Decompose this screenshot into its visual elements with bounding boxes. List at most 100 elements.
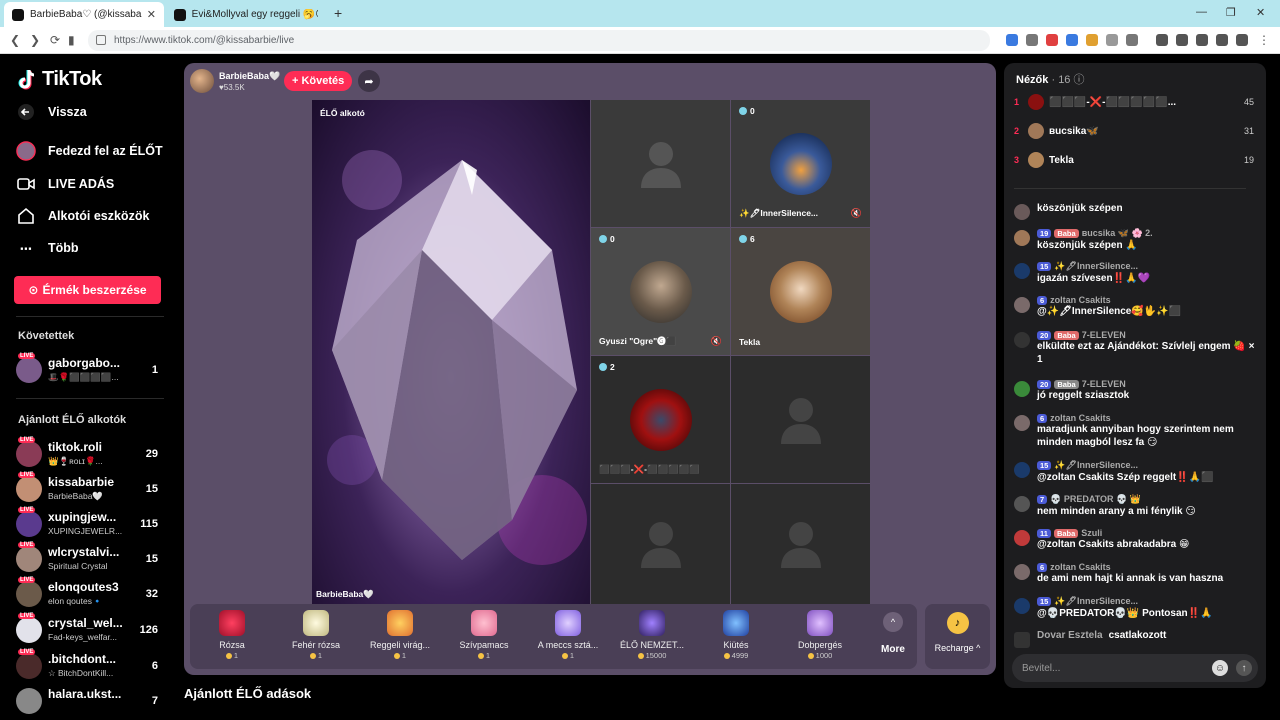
avatar (1014, 496, 1030, 512)
gift-item[interactable]: Szívpamacs 1 (442, 608, 526, 666)
chevron-up-icon: ^ (883, 612, 903, 632)
recommended-account[interactable]: LIVE wlcrystalvi... Spiritual Crystal 15 (16, 542, 166, 574)
chat-message[interactable]: 6 zoltan Csakits de ami nem hajt ki anna… (1014, 562, 1259, 585)
downloads-icon[interactable] (1156, 34, 1168, 46)
gift-item[interactable]: Fehér rózsa 1 (274, 608, 358, 666)
guest-slot[interactable]: 2 ⬛⬛⬛-❌-⬛⬛⬛⬛⬛ (591, 356, 730, 483)
chat-message[interactable]: 19 Baba ʙucsika 🦋 🌸 2. köszönjük szépen … (1014, 228, 1259, 252)
chat-message[interactable]: 15 ✨🖊InnerSilence... igazán szívesen‼️🙏💜 (1014, 261, 1259, 285)
guest-slot[interactable]: 0 Gyuszi "Ogre"🅖⬛ 🔇 (591, 228, 730, 355)
reload-icon[interactable]: ⟳ (50, 33, 60, 47)
account-sub: ☆ BitchDontKill... (48, 668, 114, 678)
site-info-icon[interactable] (96, 35, 106, 45)
account-name: halara.ukst... (48, 687, 122, 701)
close-tab-icon[interactable]: ✕ (147, 8, 156, 21)
bookmark-icon[interactable]: ▮ (68, 33, 75, 47)
chat-message[interactable]: 7 💀 PREDATOR 💀 👑 nem minden arany a mi f… (1014, 494, 1259, 518)
gift-item[interactable]: Reggeli virág... 1 (358, 608, 442, 666)
chat-message[interactable]: 6 zoltan Csakits maradjunk annyiban hogy… (1014, 413, 1259, 449)
top-viewer-row[interactable]: 3 Tekla 19 (1014, 150, 1254, 170)
emoji-icon[interactable]: ☺ (1212, 660, 1228, 676)
new-tab-button[interactable]: + (334, 5, 342, 21)
avatar (16, 688, 42, 714)
gift-item[interactable]: Rózsa 1 (190, 608, 274, 666)
gift-item[interactable]: A meccs sztá... 1 (526, 608, 610, 666)
extension-icon[interactable] (1026, 34, 1038, 46)
guest-slot[interactable]: 0 ✨🖊InnerSilence... 🔇 (731, 100, 870, 227)
guest-slot-empty[interactable] (731, 356, 870, 483)
guest-slot[interactable]: 6 Tekla (731, 228, 870, 355)
extension-icon[interactable] (1066, 34, 1078, 46)
nav-more[interactable]: ⋯ Több (16, 238, 79, 258)
chat-message[interactable]: 15 ✨🖊InnerSilence... @💀PREDATOR💀👑 Pontos… (1014, 596, 1259, 620)
host-info[interactable]: BarbieBaba🤍 ♥53.5K (190, 69, 280, 93)
chat-message[interactable]: 6 zoltan Csakits @✨🖊InnerSilence🥰🖖✨⬛ (1014, 295, 1259, 318)
collections-icon[interactable] (1216, 34, 1228, 46)
chat-message[interactable]: 11 Baba Szuli @zoltan Csakits abrakadabr… (1014, 528, 1259, 551)
account-name: .bitchdont... (48, 652, 116, 666)
extension-icon[interactable] (1086, 34, 1098, 46)
close-window-icon[interactable]: ✕ (1256, 6, 1265, 19)
username: 7-ELEVEN (1081, 379, 1126, 389)
browser-tab[interactable]: Évi&Mollyval egy reggeli 🥱😪 (@m (166, 2, 326, 27)
send-icon[interactable]: ↑ (1236, 660, 1252, 676)
back-icon[interactable]: ❮ (10, 33, 20, 47)
maximize-icon[interactable]: ❐ (1226, 6, 1236, 19)
follow-button[interactable]: + Követés (284, 71, 353, 91)
chat-message[interactable]: 20 Baba 7-ELEVEN jó reggelt sziasztok (1014, 379, 1259, 402)
fan-badge: Baba (1054, 379, 1079, 389)
chat-input[interactable]: Bevitel... ☺ ↑ (1012, 654, 1258, 682)
extension-icon[interactable] (1006, 34, 1018, 46)
viewers-header[interactable]: Nézők · 16 ⓘ (1016, 71, 1085, 87)
account-sub: BarbieBaba🤍 (48, 491, 104, 501)
top-viewer-row[interactable]: 2 ʙucsika🦋 31 (1014, 121, 1254, 141)
left-sidebar: TikTok Vissza Fedezd fel az ÉLŐT LIVE AD… (0, 54, 180, 720)
recommended-account[interactable]: LIVE .bitchdont... ☆ BitchDontKill... 6 (16, 649, 166, 681)
recommended-account[interactable]: LIVE elonqoutes3 elon qoutes🔹 32 (16, 577, 166, 609)
recommended-account[interactable]: LIVE kissabarbie BarbieBaba🤍 15 (16, 472, 166, 504)
share-icon[interactable]: ➦ (358, 70, 380, 92)
guest-slot-empty[interactable] (591, 484, 730, 604)
guest-slot-empty[interactable] (731, 484, 870, 604)
nav-explore-live[interactable]: Fedezd fel az ÉLŐT (16, 141, 163, 161)
recommended-account[interactable]: LIVE crystal_wel... Fad-keys_welfar... 1… (16, 613, 166, 645)
recommended-account[interactable]: LIVE tiktok.roli 👑🍷ʀᴏʟɪ🌹... 29 (16, 437, 166, 469)
main-video[interactable]: ÉLŐ alkotó BarbieBaba🤍 (312, 100, 590, 604)
more-gifts-button[interactable]: ^ More (878, 612, 908, 655)
info-icon[interactable]: ⓘ (1074, 74, 1085, 86)
minimize-icon[interactable]: — (1196, 6, 1207, 18)
url-field[interactable]: https://www.tiktok.com/@kissabarbie/live (88, 30, 990, 51)
message-header: 6 zoltan Csakits (1037, 562, 1259, 572)
level-badge: 15 (1037, 461, 1052, 470)
following-account[interactable]: LIVE gaborgabo... 🎩🌹⬛⬛⬛⬛... 1 (16, 353, 166, 385)
top-viewer-row[interactable]: 1 ⬛⬛⬛-❌-⬛⬛⬛⬛⬛... 45 (1014, 92, 1254, 112)
chat-message[interactable]: köszönjük szépen (1014, 202, 1259, 220)
nav-creator-tools[interactable]: Alkotói eszközök (16, 206, 149, 226)
recommended-account[interactable]: halara.ukst... 7 (16, 686, 166, 716)
nav-live[interactable]: LIVE ADÁS (16, 174, 114, 194)
url-text: https://www.tiktok.com/@kissabarbie/live (114, 35, 295, 46)
gift-item[interactable]: ÉLŐ NEMZET... 15000 (610, 608, 694, 666)
account-sub: XUPINGJEWELR... (48, 526, 123, 536)
nav-label: Fedezd fel az ÉLŐT (48, 144, 163, 158)
gift-item[interactable]: Dobpergés 1000 (778, 608, 862, 666)
tiktok-logo[interactable]: TikTok (16, 68, 102, 91)
extension-icon[interactable] (1046, 34, 1058, 46)
browser-tab-active[interactable]: BarbieBaba♡ (@kissabarbie ✕ (4, 2, 164, 27)
sidebar-icon[interactable] (1176, 34, 1188, 46)
extension-icon[interactable] (1126, 34, 1138, 46)
shield-icon[interactable] (1236, 34, 1248, 46)
recharge-button[interactable]: ♪ Recharge ^ (925, 604, 990, 669)
guest-slot-empty[interactable] (591, 100, 730, 227)
username: zoltan Csakits (1050, 295, 1111, 305)
favorites-icon[interactable] (1196, 34, 1208, 46)
get-coins-button[interactable]: ⊙ Érmék beszerzése (14, 276, 161, 304)
chat-message[interactable]: 20 Baba 7-ELEVEN elküldte ezt az Ajándék… (1014, 330, 1259, 366)
recommended-account[interactable]: LIVE xupingjew... XUPINGJEWELR... 115 (16, 507, 166, 539)
forward-icon[interactable]: ❯ (30, 33, 40, 47)
gift-item[interactable]: Kiütés 4999 (694, 608, 778, 666)
chat-message[interactable]: 15 ✨🖊InnerSilence... @zoltan Csakits Szé… (1014, 460, 1259, 484)
menu-icon[interactable]: ⋮ (1258, 33, 1270, 47)
nav-back[interactable]: Vissza (16, 102, 87, 122)
extension-icon[interactable] (1106, 34, 1118, 46)
